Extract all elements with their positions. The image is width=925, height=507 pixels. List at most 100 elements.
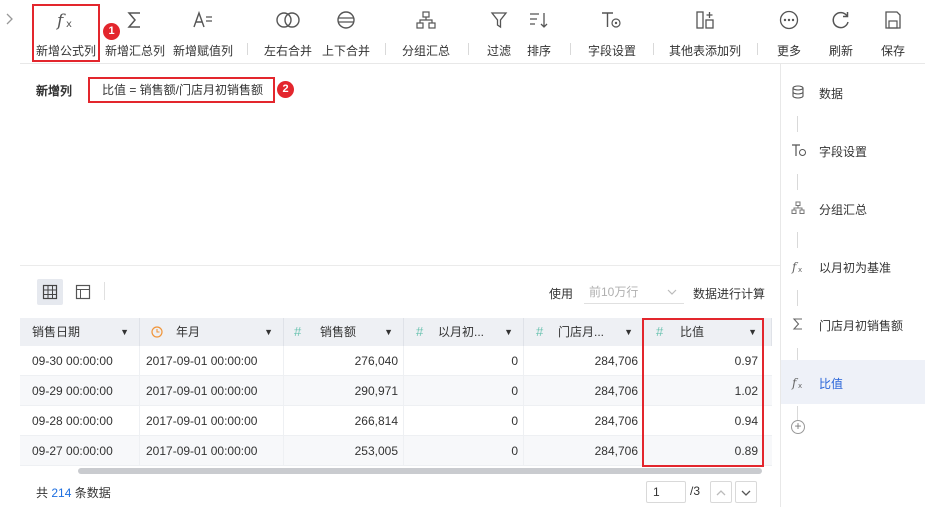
cell-sales-date: 09-30 00:00:00 — [20, 346, 140, 376]
filter-button[interactable]: 过滤 — [480, 6, 518, 60]
grid-icon — [42, 284, 58, 300]
cell-store-month-sales: 284,706 — [524, 376, 644, 406]
cell-month-start-base: 0 — [404, 376, 524, 406]
cell-store-month-sales: 284,706 — [524, 436, 644, 466]
page-total: /3 — [690, 484, 701, 498]
refresh-icon — [822, 6, 860, 34]
caret-down-icon[interactable]: ▼ — [384, 318, 393, 346]
cell-store-month-sales: 284,706 — [524, 346, 644, 376]
merge-lr-icon — [260, 6, 316, 34]
expand-sidebar-icon[interactable] — [4, 12, 16, 28]
toolbar-divider — [385, 43, 386, 55]
column-name: 销售额 — [320, 325, 357, 339]
column-header-year-month[interactable]: 年月 ▼ — [140, 318, 284, 346]
chevron-up-icon — [716, 490, 726, 496]
sigma-icon — [791, 316, 805, 332]
save-button[interactable]: 保存 — [874, 6, 912, 60]
layout-icon — [75, 284, 91, 300]
caret-down-icon[interactable]: ▼ — [504, 318, 513, 346]
row-limit-value: 前10万行 — [589, 285, 639, 299]
toolbar-divider — [570, 43, 571, 55]
callout-marker: 2 — [277, 81, 294, 98]
toolbar-divider — [653, 43, 654, 55]
step-field-settings[interactable]: 字段设置 — [781, 128, 925, 172]
step-label: 以月初为基准 — [819, 261, 892, 275]
merge-left-right-button[interactable]: 左右合并 — [260, 6, 316, 60]
page-number-input[interactable]: 1 — [646, 481, 686, 503]
filter-icon — [480, 6, 518, 34]
sort-icon — [520, 6, 558, 34]
caret-down-icon[interactable]: ▼ — [624, 318, 633, 346]
divider — [20, 265, 780, 266]
group-summary-button[interactable]: 分组汇总 — [396, 6, 456, 60]
cell-sales: 276,040 — [284, 346, 404, 376]
toolbar-divider — [247, 43, 248, 55]
add-column-icon — [666, 6, 744, 34]
add-column-from-other-table-button[interactable]: 其他表添加列 — [666, 6, 744, 60]
cell-sales-date: 09-29 00:00:00 — [20, 376, 140, 406]
svg-text:x: x — [798, 382, 802, 390]
step-data[interactable]: 数据 — [781, 70, 925, 114]
number-field-icon: # — [536, 324, 544, 339]
cell-sales-date: 09-28 00:00:00 — [20, 406, 140, 436]
cell-sales: 290,971 — [284, 376, 404, 406]
add-assign-column-button[interactable]: 新增赋值列 — [170, 6, 236, 60]
merge-up-down-button[interactable]: 上下合并 — [318, 6, 374, 60]
total-prefix: 共 — [36, 486, 49, 500]
row-limit-select[interactable]: 前10万行 — [584, 280, 684, 304]
toolbar-divider — [468, 43, 469, 55]
prev-page-button[interactable] — [710, 481, 732, 503]
step-month-start-base[interactable]: fx 以月初为基准 — [781, 244, 925, 288]
step-group-summary[interactable]: 分组汇总 — [781, 186, 925, 230]
svg-text:x: x — [798, 266, 802, 274]
formula-icon: fx — [791, 374, 805, 390]
grid-view-button[interactable] — [37, 279, 63, 305]
cell-year-month: 2017-09-01 00:00:00 — [140, 376, 284, 406]
highlight-box — [642, 318, 764, 467]
column-header-store-month-sales[interactable]: # 门店月... ▼ — [524, 318, 644, 346]
highlight-box — [32, 4, 100, 62]
step-label: 字段设置 — [819, 145, 868, 159]
step-store-month-sales[interactable]: 门店月初销售额 — [781, 302, 925, 346]
group-icon — [791, 200, 805, 216]
chevron-down-icon — [741, 490, 751, 496]
field-settings-icon — [582, 6, 642, 34]
save-icon — [874, 6, 912, 34]
cell-year-month: 2017-09-01 00:00:00 — [140, 406, 284, 436]
toolbar: fx 新增公式列 新增汇总列 新增赋值列 左右合并 上下合并 分组汇总 过滤 排… — [20, 0, 925, 64]
sort-button[interactable]: 排序 — [520, 6, 558, 60]
cell-year-month: 2017-09-01 00:00:00 — [140, 346, 284, 376]
layout-view-button[interactable] — [70, 279, 96, 305]
formula-icon: fx — [791, 258, 805, 274]
column-header-sales-date[interactable]: 销售日期 ▼ — [20, 318, 140, 346]
database-icon — [791, 84, 805, 100]
column-name: 门店月... — [558, 325, 605, 339]
more-button[interactable]: 更多 — [770, 6, 808, 60]
step-label: 分组汇总 — [819, 203, 868, 217]
step-ratio[interactable]: fx 比值 — [781, 360, 925, 404]
cell-year-month: 2017-09-01 00:00:00 — [140, 436, 284, 466]
caret-down-icon[interactable]: ▼ — [264, 318, 273, 346]
app-root: fx 新增公式列 新增汇总列 新增赋值列 左右合并 上下合并 分组汇总 过滤 排… — [0, 0, 925, 507]
number-field-icon: # — [294, 324, 302, 339]
step-connector — [797, 406, 798, 420]
callout-marker: 1 — [103, 23, 120, 40]
next-page-button[interactable] — [735, 481, 757, 503]
horizontal-scrollbar[interactable] — [78, 468, 762, 474]
formula-expression[interactable]: 比值 = 销售额/门店月初销售额 — [88, 77, 275, 103]
column-header-month-start-base[interactable]: # 以月初... ▼ — [404, 318, 524, 346]
cell-month-start-base: 0 — [404, 406, 524, 436]
column-header-sales[interactable]: # 销售额 ▼ — [284, 318, 404, 346]
field-settings-button[interactable]: 字段设置 — [582, 6, 642, 60]
step-label: 比值 — [819, 377, 844, 391]
divider — [104, 282, 105, 300]
merge-ud-icon — [318, 6, 374, 34]
step-label: 门店月初销售额 — [819, 319, 904, 333]
group-icon — [396, 6, 456, 34]
refresh-button[interactable]: 刷新 — [822, 6, 860, 60]
toolbar-divider — [757, 43, 758, 55]
new-column-label: 新增列 — [36, 84, 73, 98]
caret-down-icon[interactable]: ▼ — [120, 318, 129, 346]
cell-month-start-base: 0 — [404, 346, 524, 376]
add-step-icon[interactable]: + — [791, 420, 805, 434]
